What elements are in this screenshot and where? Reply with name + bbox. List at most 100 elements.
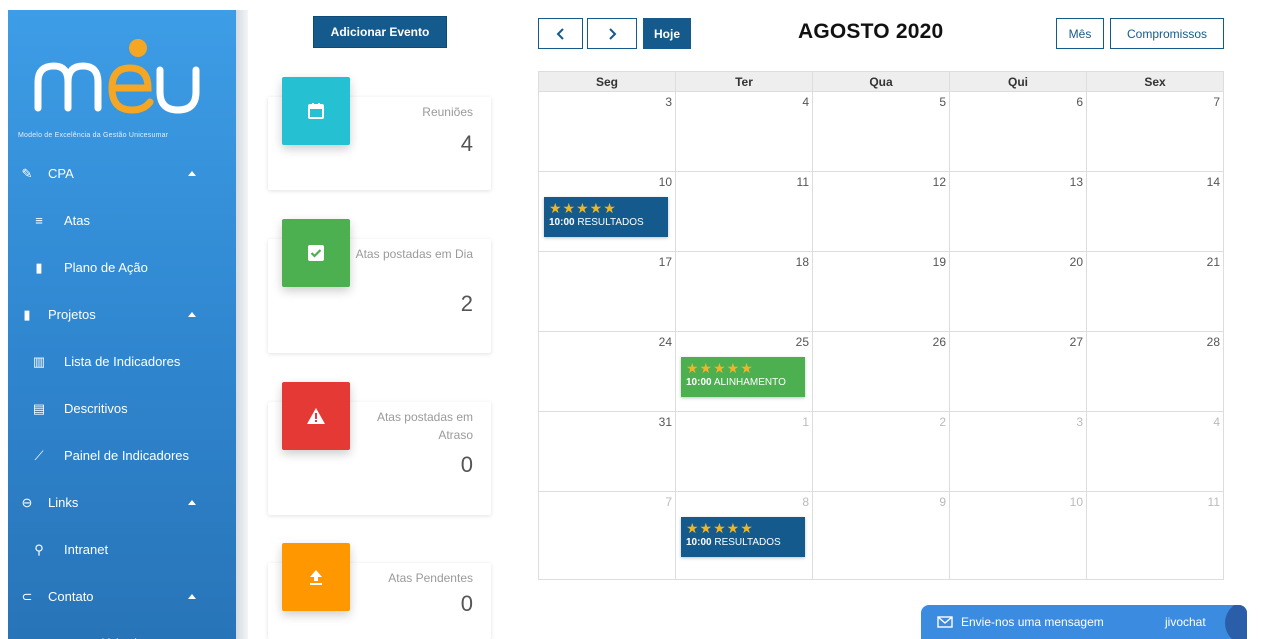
calendar-day-cell[interactable]: 18 xyxy=(676,252,813,331)
sidebar-item-descritivos[interactable]: ▤ Descritivos xyxy=(8,385,236,432)
sidebar-item-lista-de-indicadores[interactable]: ▥ Lista de Indicadores xyxy=(8,338,236,385)
calendar-day-cell[interactable]: 9 xyxy=(813,492,950,580)
sidebar-item-plano-de-a-o[interactable]: ▮ Plano de Ação xyxy=(8,244,236,291)
agenda-view-button[interactable]: Compromissos xyxy=(1110,18,1224,49)
sidebar-item-label: Projetos xyxy=(48,307,96,322)
sidebar-item-cpa[interactable]: ✎ CPA xyxy=(8,150,236,197)
stat-label: Atas postadas em Dia xyxy=(355,247,473,261)
chevron-left-icon xyxy=(556,27,564,40)
event-time: 10:00 xyxy=(686,377,712,388)
day-number: 8 xyxy=(802,495,809,509)
check-box-icon xyxy=(282,219,350,287)
calendar-day-cell[interactable]: 7 xyxy=(1087,92,1223,171)
stat-label: Atas Pendentes xyxy=(388,571,473,585)
day-number: 28 xyxy=(1206,335,1220,349)
sidebar-item-label: Lista de Indicadores xyxy=(64,354,181,369)
day-number: 19 xyxy=(932,255,946,269)
sidebar-item-label: CPA xyxy=(48,166,74,181)
calendar-day-cell[interactable]: 11 xyxy=(1087,492,1223,580)
calendar-day-cell[interactable]: 28 xyxy=(1087,332,1223,411)
event-rating-stars: ★★★★★ xyxy=(686,360,754,376)
calendar-day-cell[interactable]: 4 xyxy=(676,92,813,171)
day-number: 20 xyxy=(1069,255,1083,269)
day-number: 10 xyxy=(658,175,672,189)
sidebar-item-formul-rio-de-contato[interactable]: ▣Formulário de Contato xyxy=(8,620,236,639)
sidebar: Modelo de Excelência da Gestão Unicesuma… xyxy=(8,10,236,639)
calendar-day-cell[interactable]: 11 xyxy=(676,172,813,251)
day-number: 1 xyxy=(802,415,809,429)
sidebar-item-label: Plano de Ação xyxy=(64,260,148,275)
chat-widget[interactable]: Envie-nos uma mensagem jivochat xyxy=(921,605,1247,639)
sidebar-item-painel-de-indicadores[interactable]: ⟋ Painel de Indicadores xyxy=(8,432,236,479)
calendar-day-cell[interactable]: 19 xyxy=(813,252,950,331)
calendar-day-cell[interactable]: 10 ★★★★★ 10:00 RESULTADOS xyxy=(539,172,676,251)
sidebar-item-contato[interactable]: ⊂ Contato xyxy=(8,573,236,620)
sidebar-item-intranet[interactable]: ⚲ Intranet xyxy=(8,526,236,573)
caret-up-icon[interactable] xyxy=(188,500,196,505)
weekday-header: Seg Ter Qua Qui Sex xyxy=(539,72,1223,92)
calendar-day-cell[interactable]: 4 xyxy=(1087,412,1223,491)
calendar-day-cell[interactable]: 3 xyxy=(950,412,1087,491)
calendar-week: 7 8 ★★★★★ 10:00 RESULTADOS 9 10 11 xyxy=(539,492,1223,580)
month-view-button[interactable]: Mês xyxy=(1056,18,1104,49)
chat-corner-decoration xyxy=(1225,605,1247,639)
book-icon: ▮ xyxy=(23,306,31,322)
calendar-day-cell[interactable]: 7 xyxy=(539,492,676,580)
sidebar-item-links[interactable]: ⊖ Links xyxy=(8,479,236,526)
sidebar-item-atas[interactable]: ≡ Atas xyxy=(8,197,236,244)
day-number: 11 xyxy=(1207,495,1220,509)
day-number: 10 xyxy=(1069,495,1083,509)
sidebar-nav: ✎ CPA ≡ Atas ▮ Plano de Ação ▮ Projetos ▥ Lista d… xyxy=(8,150,236,639)
calendar-day-cell[interactable]: 13 xyxy=(950,172,1087,251)
calendar-event[interactable]: ★★★★★ 10:00 ALINHAMENTO xyxy=(681,357,805,397)
calendar-day-cell[interactable]: 10 xyxy=(950,492,1087,580)
caret-up-icon[interactable] xyxy=(188,594,196,599)
event-title: ALINHAMENTO xyxy=(713,377,786,388)
weekday-label: Seg xyxy=(539,72,676,91)
day-number: 25 xyxy=(795,335,809,349)
calendar-day-cell[interactable]: 26 xyxy=(813,332,950,411)
calendar-body: 3 4 5 6 7 10 ★★★★★ 10:00 RESULTADOS 11 12 13 14 17 18… xyxy=(539,92,1223,580)
calendar-day-cell[interactable]: 2 xyxy=(813,412,950,491)
logo-subtitle: Modelo de Excelência da Gestão Unicesuma… xyxy=(18,132,169,139)
list-check-icon: ≡ xyxy=(35,213,43,228)
calendar-day-cell[interactable]: 3 xyxy=(539,92,676,171)
meu-logo[interactable] xyxy=(20,30,220,140)
calendar-day-cell[interactable]: 27 xyxy=(950,332,1087,411)
calendar-day-cell[interactable]: 12 xyxy=(813,172,950,251)
calendar-event[interactable]: ★★★★★ 10:00 RESULTADOS xyxy=(544,197,668,237)
calendar-day-cell[interactable]: 17 xyxy=(539,252,676,331)
sidebar-item-label: Contato xyxy=(48,589,94,604)
calendar-day-cell[interactable]: 21 xyxy=(1087,252,1223,331)
day-number: 12 xyxy=(932,175,946,189)
calendar-day-cell[interactable]: 6 xyxy=(950,92,1087,171)
calendar-day-cell[interactable]: 14 xyxy=(1087,172,1223,251)
sidebar-item-projetos[interactable]: ▮ Projetos xyxy=(8,291,236,338)
calendar-day-cell[interactable]: 24 xyxy=(539,332,676,411)
calendar-day-cell[interactable]: 31 xyxy=(539,412,676,491)
calendar-week: 3 4 5 6 7 xyxy=(539,92,1223,172)
calendar-event[interactable]: ★★★★★ 10:00 RESULTADOS xyxy=(681,517,805,557)
calendar-day-cell[interactable]: 20 xyxy=(950,252,1087,331)
caret-up-icon[interactable] xyxy=(188,171,196,176)
today-button[interactable]: Hoje xyxy=(643,18,691,49)
book-open-icon: ▮ xyxy=(35,259,43,275)
calendar-day-cell[interactable]: 1 xyxy=(676,412,813,491)
next-month-button[interactable] xyxy=(587,18,637,49)
sidebar-item-label: Links xyxy=(48,495,79,510)
stat-value: 0 xyxy=(460,452,473,477)
calendar-day-cell[interactable]: 8 ★★★★★ 10:00 RESULTADOS xyxy=(676,492,813,580)
calendar-day-cell[interactable]: 5 xyxy=(813,92,950,171)
calendar-title: AGOSTO 2020 xyxy=(798,20,944,43)
day-number: 6 xyxy=(1076,95,1083,109)
add-event-button[interactable]: Adicionar Evento xyxy=(313,16,447,48)
calendar-day-cell[interactable]: 25 ★★★★★ 10:00 ALINHAMENTO xyxy=(676,332,813,411)
caret-up-icon[interactable] xyxy=(188,312,196,317)
prev-month-button[interactable] xyxy=(538,18,583,49)
pencil-icon: ✎ xyxy=(21,165,33,181)
upload-icon xyxy=(282,543,350,611)
weekday-label: Ter xyxy=(676,72,813,91)
stat-value: 2 xyxy=(460,291,473,316)
day-number: 9 xyxy=(939,495,946,509)
hearing-icon: ⊂ xyxy=(21,588,33,604)
